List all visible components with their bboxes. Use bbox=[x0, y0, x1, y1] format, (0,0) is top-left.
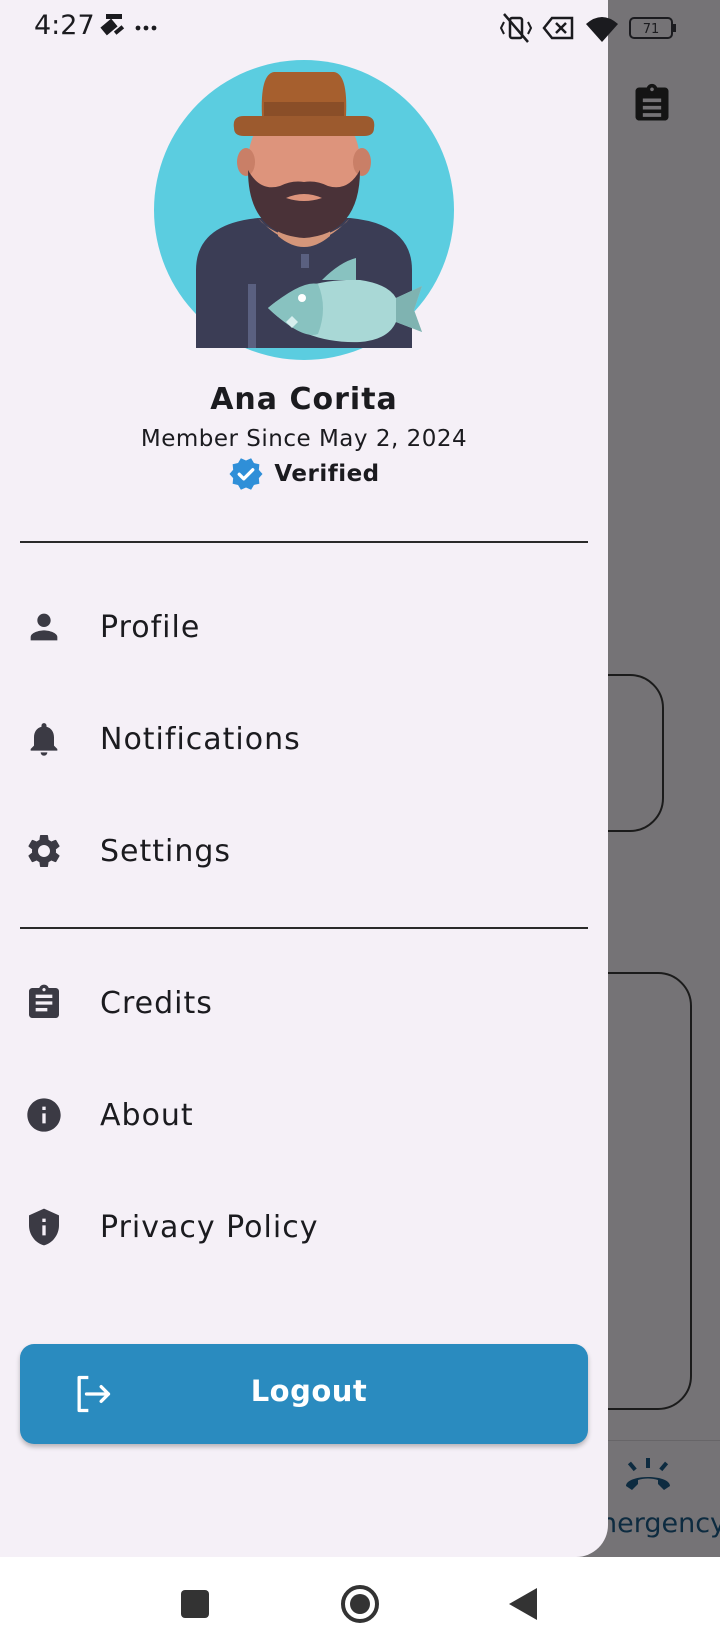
bell-icon bbox=[30, 723, 58, 756]
status-right-icons: 71 bbox=[500, 13, 676, 43]
user-name: Ana Corita bbox=[210, 382, 398, 417]
wifi-icon bbox=[586, 17, 618, 42]
divider bbox=[20, 927, 588, 929]
menu-label-settings: Settings bbox=[100, 833, 232, 869]
verified-badge: Verified bbox=[0, 456, 608, 492]
menu-item-profile[interactable]: Profile bbox=[0, 577, 608, 677]
status-time: 4:27 bbox=[34, 10, 95, 41]
clipboard-icon bbox=[29, 984, 59, 1018]
menu-item-credits[interactable]: Credits bbox=[0, 953, 608, 1053]
battery-icon: 71 bbox=[629, 17, 676, 39]
verified-label: Verified bbox=[274, 461, 380, 487]
satellite-fake-icon bbox=[100, 14, 125, 36]
divider bbox=[20, 541, 588, 543]
home-button[interactable] bbox=[340, 1584, 380, 1624]
menu-label-profile: Profile bbox=[100, 609, 201, 645]
menu-item-about[interactable]: About bbox=[0, 1065, 608, 1165]
avatar[interactable] bbox=[152, 58, 456, 362]
person-icon bbox=[30, 613, 58, 641]
info-icon bbox=[27, 1098, 61, 1132]
verified-check-icon bbox=[229, 458, 263, 490]
menu-item-privacy-policy[interactable]: Privacy Policy bbox=[0, 1177, 608, 1277]
more-dots-icon bbox=[135, 25, 157, 31]
battery-level: 71 bbox=[643, 22, 660, 37]
logout-button[interactable]: Logout bbox=[20, 1344, 588, 1444]
recents-button[interactable] bbox=[181, 1590, 209, 1618]
navigation-drawer: 4:27 71 Ana Corita Member Since May 2, 2… bbox=[0, 0, 676, 1557]
menu-item-settings[interactable]: Settings bbox=[0, 801, 608, 901]
menu-label-credits: Credits bbox=[100, 985, 213, 1021]
member-since-text: Member Since May 2, 2024 bbox=[140, 426, 468, 452]
menu-label-privacy-policy: Privacy Policy bbox=[100, 1209, 319, 1245]
vibrate-off-icon bbox=[500, 13, 533, 43]
logout-label: Logout bbox=[250, 1374, 368, 1408]
back-button[interactable] bbox=[507, 1586, 539, 1622]
menu-item-notifications[interactable]: Notifications bbox=[0, 689, 608, 789]
menu-label-about: About bbox=[100, 1097, 194, 1133]
gear-icon bbox=[28, 835, 60, 867]
shield-icon bbox=[29, 1208, 59, 1246]
status-left-icons bbox=[100, 14, 157, 36]
menu-label-notifications: Notifications bbox=[100, 721, 301, 757]
no-data-icon bbox=[542, 16, 574, 40]
